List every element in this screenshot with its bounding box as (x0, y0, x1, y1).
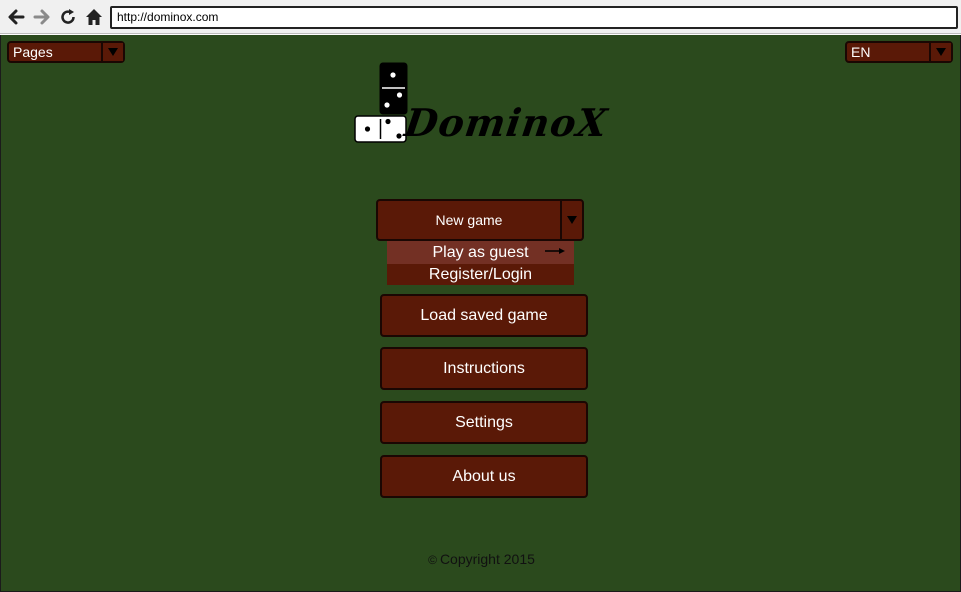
logo: DominoX (353, 62, 613, 145)
language-dropdown-label: EN (851, 44, 871, 60)
reload-icon[interactable] (58, 7, 78, 27)
address-bar[interactable]: http://dominox.com (110, 6, 958, 29)
language-dropdown[interactable]: EN (845, 41, 953, 63)
about-us-button[interactable]: About us (380, 455, 588, 498)
copyright-text: Copyright 2015 (439, 551, 535, 567)
logo-text: DominoX (401, 100, 611, 145)
browser-toolbar: http://dominox.com (0, 0, 961, 34)
play-as-guest-item[interactable]: Play as guest (387, 241, 574, 264)
copyright-symbol: © (428, 553, 437, 567)
play-as-guest-label: Play as guest (432, 244, 529, 261)
instructions-button[interactable]: Instructions (380, 347, 588, 390)
page-body: Pages EN DominoX New game Play as guest … (0, 35, 961, 592)
chevron-down-icon[interactable] (101, 43, 123, 61)
register-login-label: Register/Login (428, 266, 533, 283)
new-game-label: New game (435, 212, 503, 228)
copyright-footer: © Copyright 2015 (1, 551, 961, 567)
chevron-down-icon[interactable] (560, 201, 582, 239)
pages-dropdown[interactable]: Pages (7, 41, 125, 63)
forward-arrow-icon[interactable] (32, 7, 52, 27)
chevron-down-icon[interactable] (929, 43, 951, 61)
right-arrow-icon (545, 248, 565, 254)
settings-button[interactable]: Settings (380, 401, 588, 444)
new-game-button[interactable]: New game (376, 199, 584, 241)
home-icon[interactable] (84, 7, 104, 27)
load-saved-game-button[interactable]: Load saved game (380, 294, 588, 337)
new-game-dropdown-menu: Play as guest Register/Login (387, 241, 574, 285)
pages-dropdown-label: Pages (13, 44, 53, 60)
back-arrow-icon[interactable] (6, 7, 26, 27)
register-login-item[interactable]: Register/Login (387, 264, 574, 285)
